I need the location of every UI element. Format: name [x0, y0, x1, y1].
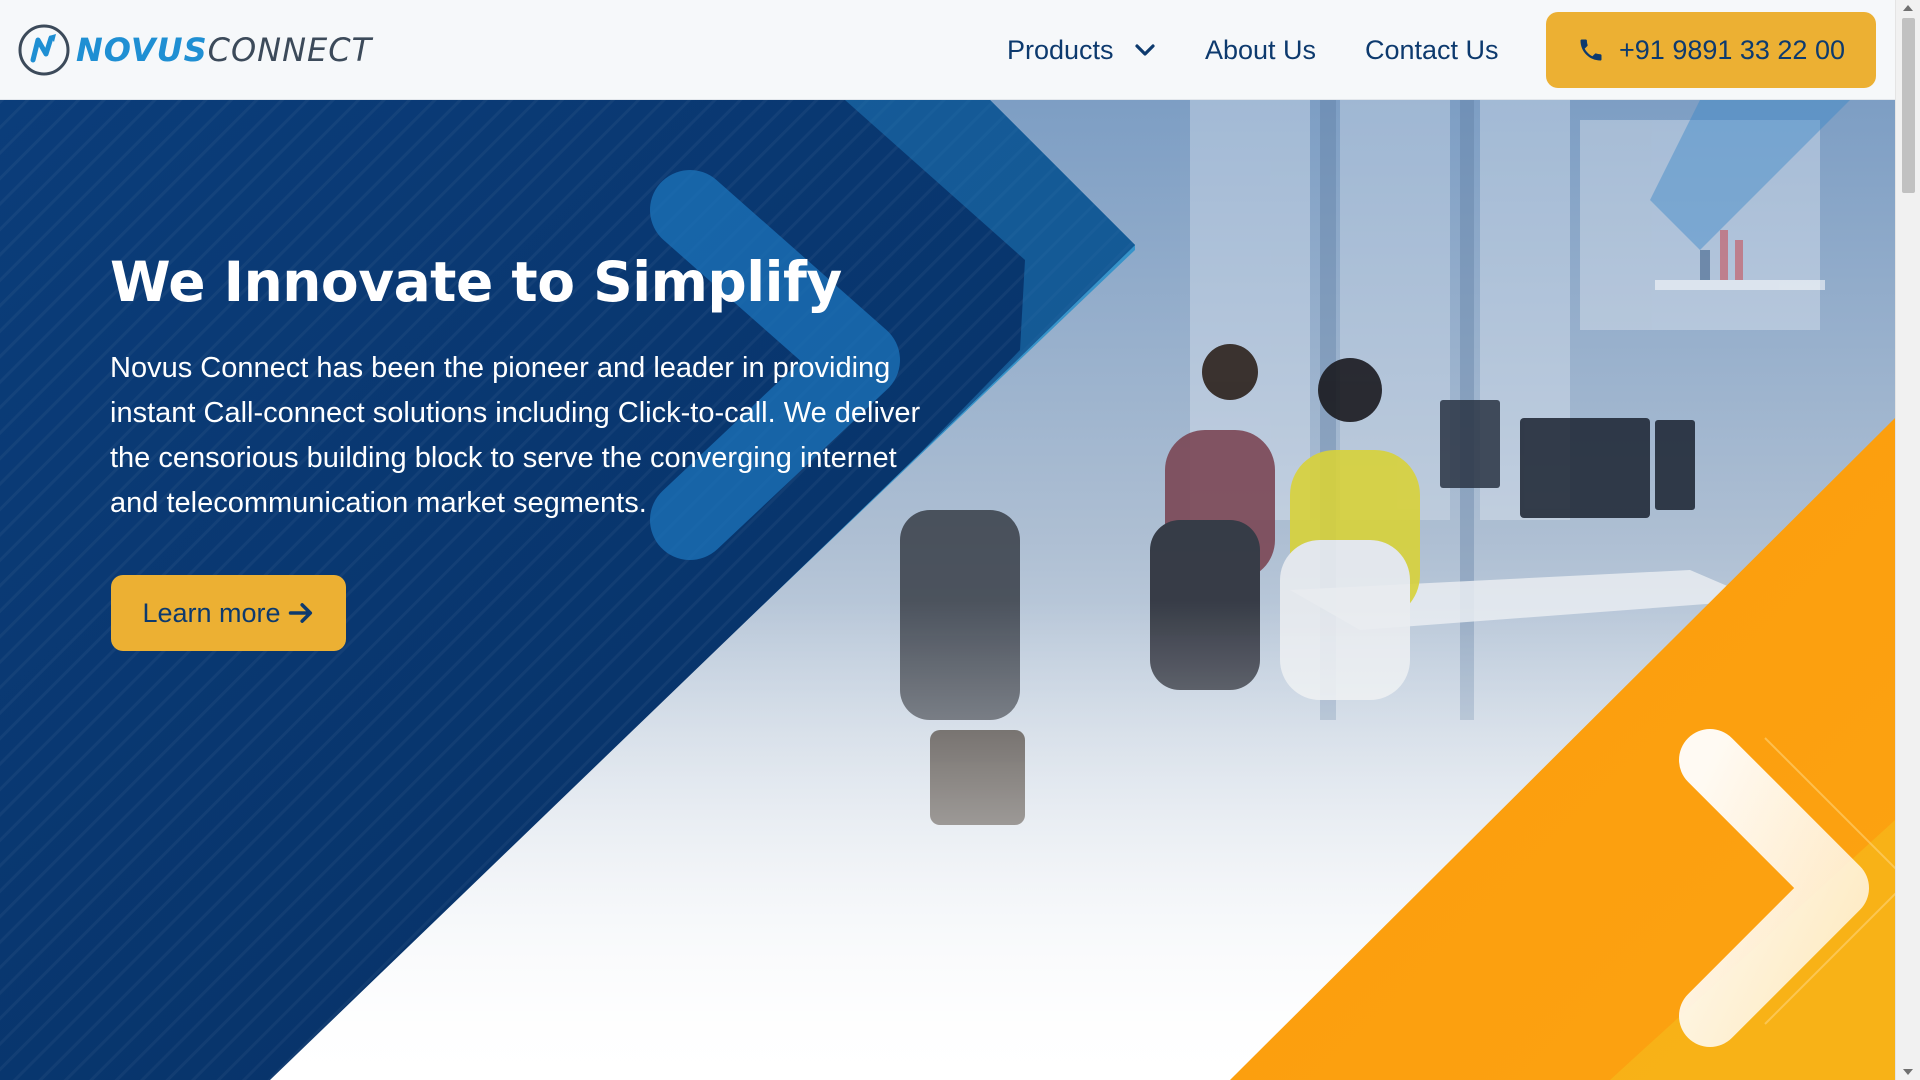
novus-logo-icon — [18, 24, 70, 76]
viewport: NOVUSCONNECT Products About Us Contact U… — [0, 0, 1895, 1080]
logo-wordmark: NOVUSCONNECT — [76, 34, 372, 66]
nav-contact-us-label: Contact Us — [1365, 34, 1499, 65]
phone-number: +91 9891 33 22 00 — [1619, 34, 1845, 65]
learn-more-button[interactable]: Learn more — [111, 575, 346, 651]
logo-wordmark-connect: CONNECT — [207, 31, 373, 69]
learn-more-label: Learn more — [142, 597, 281, 628]
nav-products[interactable]: Products — [1007, 0, 1156, 100]
scroll-down-arrow-icon[interactable] — [1903, 1069, 1913, 1075]
logo[interactable]: NOVUSCONNECT — [16, 22, 372, 78]
hero-section: We Innovate to Simplify Novus Connect ha… — [0, 100, 1895, 1080]
page-scrollbar[interactable] — [1895, 0, 1920, 1080]
site-header: NOVUSCONNECT Products About Us Contact U… — [0, 0, 1895, 100]
phone-call-button[interactable]: +91 9891 33 22 00 — [1546, 12, 1876, 88]
arrow-right-icon — [288, 603, 312, 623]
logo-wordmark-novus: NOVUS — [76, 31, 208, 69]
phone-icon — [1580, 39, 1602, 61]
chevron-down-icon — [1134, 44, 1155, 56]
hero-title: We Innovate to Simplify — [110, 250, 842, 314]
scroll-up-arrow-icon[interactable] — [1903, 5, 1913, 11]
nav-about-us[interactable]: About Us — [1205, 0, 1316, 100]
hero-description: Novus Connect has been the pioneer and l… — [110, 352, 921, 519]
scrollbar-thumb[interactable] — [1902, 18, 1915, 193]
nav-contact-us[interactable]: Contact Us — [1365, 0, 1499, 100]
nav-products-label: Products — [1007, 34, 1114, 65]
nav-about-us-label: About Us — [1205, 34, 1317, 65]
